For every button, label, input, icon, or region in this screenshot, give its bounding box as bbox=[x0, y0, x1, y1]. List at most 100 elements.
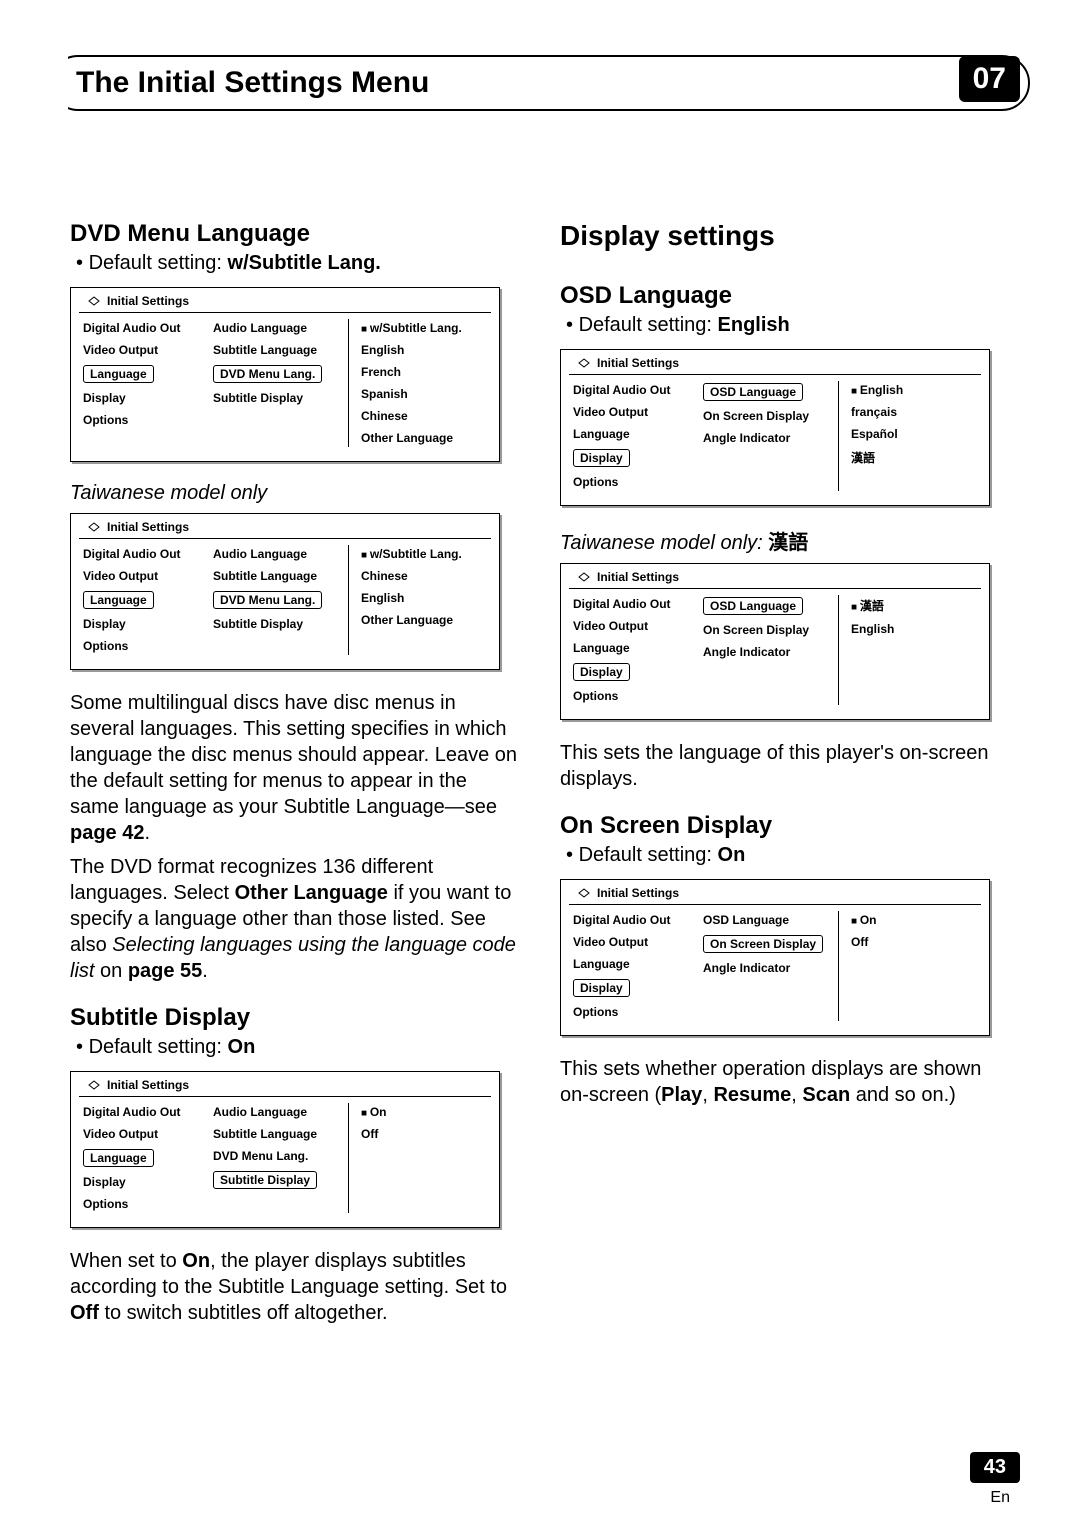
osd-title-text: Initial Settings bbox=[597, 356, 679, 370]
osd-nav-item: Video Output bbox=[569, 617, 699, 635]
osd-value-item: 漢語 bbox=[847, 595, 981, 616]
osd-nav-column: Digital Audio OutVideo OutputLanguageDis… bbox=[79, 319, 209, 447]
osd-value-column: English français Español 漢語 bbox=[839, 381, 981, 491]
osd-value-column: OnOff bbox=[839, 911, 981, 1021]
default-setting-line: Default setting: On bbox=[76, 1036, 520, 1059]
paragraph: Some multilingual discs have disc menus … bbox=[70, 690, 520, 846]
paragraph: This sets whether operation displays are… bbox=[560, 1056, 1010, 1108]
osd-screenshot-dvd-menu-lang: Initial SettingsDigital Audio OutVideo O… bbox=[70, 287, 500, 462]
heading-osd-language: OSD Language bbox=[560, 282, 1010, 310]
language-code: En bbox=[990, 1489, 1010, 1507]
osd-screenshot-osd-language-tw: Initial SettingsDigital Audio OutVideo O… bbox=[560, 563, 990, 720]
osd-nav-item: Options bbox=[569, 473, 699, 491]
right-column: Display settings OSD Language Default se… bbox=[560, 220, 1010, 1469]
osd-nav-item: Display bbox=[569, 447, 699, 469]
osd-setting-column: OSD Language On Screen Display Angle Indic… bbox=[699, 381, 839, 491]
osd-nav-item: Language bbox=[79, 1147, 209, 1169]
osd-setting-item: Angle Indicator bbox=[699, 643, 830, 661]
osd-nav-item: Language bbox=[79, 589, 209, 611]
osd-nav-item: Video Output bbox=[569, 403, 699, 421]
osd-value-item: Off bbox=[847, 933, 981, 951]
osd-value-item: Spanish bbox=[357, 385, 491, 403]
osd-value-item: On bbox=[357, 1103, 491, 1121]
osd-nav-item: Display bbox=[569, 977, 699, 999]
osd-nav-item: Digital Audio Out bbox=[79, 545, 209, 563]
osd-setting-item: Subtitle Display bbox=[209, 389, 340, 407]
osd-nav-item: Options bbox=[569, 687, 699, 705]
osd-title-text: Initial Settings bbox=[597, 886, 679, 900]
osd-setting-item: Audio Language bbox=[209, 545, 340, 563]
osd-setting-item: OSD Language bbox=[699, 381, 830, 403]
osd-setting-column: OSD LanguageOn Screen DisplayAngle Indic… bbox=[699, 911, 839, 1021]
page-body: DVD Menu Language Default setting: w/Sub… bbox=[70, 220, 1010, 1469]
osd-value-item: English bbox=[847, 381, 981, 399]
heading-dvd-menu-language: DVD Menu Language bbox=[70, 220, 520, 248]
osd-setting-item: DVD Menu Lang. bbox=[209, 363, 340, 385]
page-number-badge: 43 bbox=[970, 1452, 1020, 1483]
osd-nav-item: Display bbox=[569, 661, 699, 683]
osd-setting-item: On Screen Display bbox=[699, 933, 830, 955]
osd-title-bar: Initial Settings bbox=[569, 564, 981, 589]
osd-value-item: English bbox=[357, 341, 491, 359]
osd-screenshot-on-screen-display: Initial Settings Digital Audio Out Video O… bbox=[560, 879, 990, 1036]
osd-nav-item: Options bbox=[569, 1003, 699, 1021]
left-column: DVD Menu Language Default setting: w/Sub… bbox=[70, 220, 520, 1469]
osd-value-item: Chinese bbox=[357, 407, 491, 425]
osd-screenshot-dvd-menu-lang-tw: Initial Settings Digital Audio Out Video O… bbox=[70, 513, 500, 670]
osd-title-bar: Initial Settings bbox=[79, 1072, 491, 1097]
osd-value-item: English bbox=[357, 589, 491, 607]
osd-nav-column: Digital Audio OutVideo OutputLanguageDis… bbox=[569, 381, 699, 491]
heading-subtitle-display: Subtitle Display bbox=[70, 1004, 520, 1032]
osd-nav-item: Display bbox=[79, 1173, 209, 1191]
osd-setting-item: On Screen Display bbox=[699, 407, 830, 425]
osd-value-item: Off bbox=[357, 1125, 491, 1143]
default-setting-line: Default setting: On bbox=[566, 844, 1010, 867]
osd-setting-item: Subtitle Language bbox=[209, 1125, 340, 1143]
osd-nav-item: Video Output bbox=[79, 1125, 209, 1143]
osd-nav-item: Display bbox=[79, 389, 209, 407]
osd-value-column: w/Subtitle Lang. English French Spanish Chin… bbox=[349, 319, 491, 447]
osd-value-column: w/Subtitle Lang.ChineseEnglishOther Lang… bbox=[349, 545, 491, 655]
osd-nav-item: Options bbox=[79, 1195, 209, 1213]
osd-value-item: w/Subtitle Lang. bbox=[357, 545, 491, 563]
osd-setting-item: Subtitle Language bbox=[209, 567, 340, 585]
osd-screenshot-subtitle-display: Initial SettingsDigital Audio OutVideo O… bbox=[70, 1071, 500, 1228]
osd-title-bar: Initial Settings bbox=[569, 350, 981, 375]
osd-nav-item: Digital Audio Out bbox=[569, 911, 699, 929]
osd-value-item: w/Subtitle Lang. bbox=[357, 319, 491, 337]
osd-setting-item: Audio Language bbox=[209, 319, 340, 337]
chapter-title: The Initial Settings Menu bbox=[52, 66, 429, 100]
osd-title-text: Initial Settings bbox=[597, 570, 679, 584]
paragraph: When set to On, the player displays subt… bbox=[70, 1248, 520, 1326]
osd-value-item: Other Language bbox=[357, 611, 491, 629]
osd-setting-column: Audio LanguageSubtitle LanguageDVD Menu … bbox=[209, 319, 349, 447]
osd-nav-item: Video Output bbox=[569, 933, 699, 951]
osd-setting-item: Angle Indicator bbox=[699, 429, 830, 447]
osd-nav-column: Digital Audio OutVideo OutputLanguageDis… bbox=[79, 545, 209, 655]
osd-value-item: French bbox=[357, 363, 491, 381]
paragraph: The DVD format recognizes 136 different … bbox=[70, 854, 520, 984]
osd-value-item: 漢語 bbox=[847, 447, 981, 468]
default-setting-line: Default setting: English bbox=[566, 314, 1010, 337]
osd-nav-item: Language bbox=[569, 639, 699, 657]
osd-title-bar: Initial Settings bbox=[569, 880, 981, 905]
osd-title-text: Initial Settings bbox=[107, 1078, 189, 1092]
osd-title-text: Initial Settings bbox=[107, 520, 189, 534]
osd-nav-item: Language bbox=[569, 955, 699, 973]
osd-value-item: français bbox=[847, 403, 981, 421]
osd-setting-item: Audio Language bbox=[209, 1103, 340, 1121]
osd-setting-item: DVD Menu Lang. bbox=[209, 1147, 340, 1165]
osd-nav-item: Digital Audio Out bbox=[569, 381, 699, 399]
osd-nav-item: Options bbox=[79, 411, 209, 429]
osd-setting-column: OSD LanguageOn Screen DisplayAngle Indic… bbox=[699, 595, 839, 705]
osd-nav-item: Video Output bbox=[79, 341, 209, 359]
note-taiwanese-only: Taiwanese model only: 漢語 bbox=[560, 526, 1010, 555]
chapter-number-badge: 07 bbox=[959, 56, 1020, 102]
paragraph: This sets the language of this player's … bbox=[560, 740, 1010, 792]
osd-setting-item: Angle Indicator bbox=[699, 959, 830, 977]
osd-nav-item: Video Output bbox=[79, 567, 209, 585]
osd-value-item: Español bbox=[847, 425, 981, 443]
note-taiwanese-only: Taiwanese model only bbox=[70, 482, 520, 505]
osd-setting-column: Audio Language Subtitle Language DVD Menu … bbox=[209, 1103, 349, 1213]
heading-on-screen-display: On Screen Display bbox=[560, 812, 1010, 840]
